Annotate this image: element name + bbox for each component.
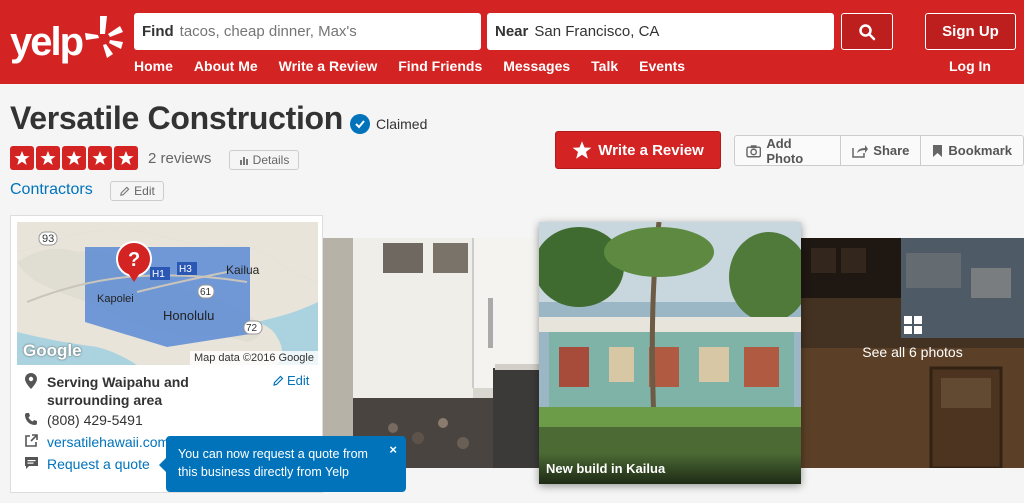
main-nav: Home About Me Write a Review Find Friend… xyxy=(134,58,706,74)
star-icon xyxy=(36,146,60,170)
website-link[interactable]: versatilehawaii.com xyxy=(47,434,169,450)
write-review-label: Write a Review xyxy=(598,141,704,159)
map-label-h1: H1 xyxy=(152,269,165,280)
map-label-93: 93 xyxy=(42,233,54,245)
category-link[interactable]: Contractors xyxy=(10,181,93,199)
verified-check-icon xyxy=(350,114,370,134)
claimed-badge: Claimed xyxy=(350,114,427,134)
nav-events[interactable]: Events xyxy=(639,58,685,74)
close-icon[interactable]: × xyxy=(389,441,397,459)
map-label-kailua: Kailua xyxy=(226,263,260,277)
map-credit[interactable]: Map data ©2016 Google xyxy=(189,351,318,365)
star-icon xyxy=(88,146,112,170)
logo-wordmark: yelp xyxy=(10,20,84,64)
edit-label: Edit xyxy=(134,184,155,198)
map-label-kapolei: Kapolei xyxy=(97,293,134,305)
nav-messages[interactable]: Messages xyxy=(503,58,570,74)
share-button[interactable]: Share xyxy=(841,136,922,165)
featured-photo-caption: New build in Kailua xyxy=(539,453,801,484)
login-link[interactable]: Log In xyxy=(949,58,991,74)
bar-chart-icon xyxy=(239,157,248,165)
star-rating xyxy=(10,146,138,170)
yelp-logo[interactable]: yelp xyxy=(10,12,123,68)
near-field[interactable]: Near xyxy=(487,13,834,50)
phone-row: (808) 429-5491 xyxy=(23,412,143,428)
phone-number: (808) 429-5491 xyxy=(47,412,143,428)
bathroom-photo[interactable] xyxy=(323,238,539,468)
see-all-photos-label: See all 6 photos xyxy=(862,344,963,360)
review-count[interactable]: 2 reviews xyxy=(148,150,211,167)
service-area-text: Serving Waipahu and surrounding area xyxy=(47,374,189,408)
map-label-h3: H3 xyxy=(179,264,192,275)
add-photo-label: Add Photo xyxy=(766,135,804,166)
tooltip-arrow xyxy=(159,458,166,472)
share-icon xyxy=(852,144,869,158)
star-icon xyxy=(62,146,86,170)
edit-category-button[interactable]: Edit xyxy=(110,181,164,201)
star-icon xyxy=(10,146,34,170)
camera-icon xyxy=(746,144,762,157)
bathroom-photo-image xyxy=(323,238,539,468)
write-review-button[interactable]: Write a Review xyxy=(555,131,721,169)
signup-button[interactable]: Sign Up xyxy=(925,13,1016,50)
action-button-group: Add Photo Share Bookmark xyxy=(734,135,1024,166)
details-label: Details xyxy=(252,153,290,167)
request-quote-row: Request a quote xyxy=(23,456,150,472)
search-icon xyxy=(859,23,876,40)
near-label: Near xyxy=(495,23,529,40)
quote-tooltip: You can now request a quote from this bu… xyxy=(159,436,406,492)
interior-photo[interactable]: See all 6 photos xyxy=(801,238,1024,468)
details-button[interactable]: Details xyxy=(229,150,299,170)
message-icon xyxy=(23,456,39,470)
star-icon xyxy=(572,141,592,159)
svg-text:?: ? xyxy=(128,249,140,271)
nav-about-me[interactable]: About Me xyxy=(194,58,258,74)
grid-icon xyxy=(903,316,922,334)
featured-photo-image xyxy=(539,222,801,484)
bookmark-button[interactable]: Bookmark xyxy=(921,136,1023,165)
nav-talk[interactable]: Talk xyxy=(591,58,618,74)
request-quote-link[interactable]: Request a quote xyxy=(47,456,150,472)
website-row: versatilehawaii.com xyxy=(23,434,169,450)
see-all-photos-overlay[interactable]: See all 6 photos xyxy=(801,238,1024,468)
star-icon xyxy=(114,146,138,170)
share-label: Share xyxy=(873,143,910,158)
map-pin-icon xyxy=(23,373,39,389)
nav-home[interactable]: Home xyxy=(134,58,173,74)
claimed-label: Claimed xyxy=(376,116,428,132)
phone-icon xyxy=(23,412,39,426)
find-input[interactable] xyxy=(179,23,440,40)
map-view[interactable]: 93 H1 H3 Kailua Kapolei 61 Honolulu 72 ?… xyxy=(17,222,318,365)
find-field[interactable]: Find xyxy=(134,13,481,50)
add-photo-button[interactable]: Add Photo xyxy=(735,135,842,166)
map-label-61: 61 xyxy=(200,287,212,298)
top-header: yelp Find Near Sign Up Home About Me Wri… xyxy=(0,0,1024,84)
google-watermark: Google xyxy=(23,341,82,360)
bookmark-icon xyxy=(933,144,943,157)
pencil-icon xyxy=(120,186,130,196)
edit-info-label: Edit xyxy=(287,373,310,388)
near-input[interactable] xyxy=(534,23,795,40)
pencil-icon xyxy=(273,375,284,386)
edit-info-link[interactable]: Edit xyxy=(272,373,309,388)
nav-find-friends[interactable]: Find Friends xyxy=(398,58,482,74)
yelp-burst-icon xyxy=(85,16,123,58)
search-button[interactable] xyxy=(841,13,893,50)
find-label: Find xyxy=(142,23,174,40)
external-link-icon xyxy=(23,434,39,447)
map-label-72: 72 xyxy=(246,323,258,334)
map-label-honolulu: Honolulu xyxy=(163,308,214,323)
featured-photo[interactable]: New build in Kailua xyxy=(539,222,801,484)
bookmark-label: Bookmark xyxy=(948,143,1012,158)
nav-write-review[interactable]: Write a Review xyxy=(279,58,378,74)
business-name: Versatile Construction xyxy=(10,100,344,136)
service-area-row: Serving Waipahu and surrounding area xyxy=(23,373,212,409)
tooltip-text: You can now request a quote from this bu… xyxy=(178,447,368,479)
